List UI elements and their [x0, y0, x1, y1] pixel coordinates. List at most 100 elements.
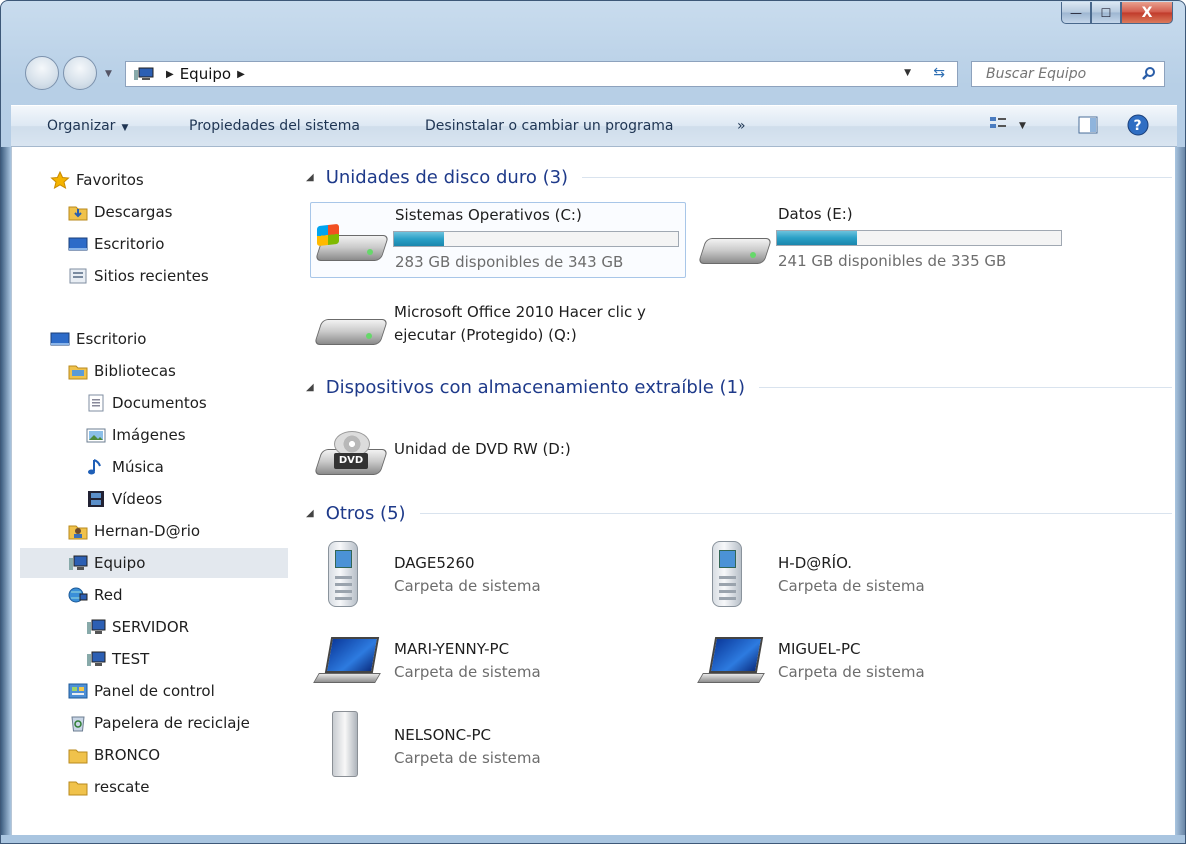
- mobile-phone-icon: [712, 541, 742, 607]
- search-box[interactable]: [971, 61, 1165, 87]
- sidebar-item-test[interactable]: TEST: [86, 644, 149, 674]
- user-folder-icon: [68, 522, 88, 540]
- sidebar-item-documents[interactable]: Documentos: [86, 388, 207, 418]
- sidebar-item-pictures[interactable]: Imágenes: [86, 420, 186, 450]
- address-history-dropdown[interactable]: ▼: [904, 68, 911, 78]
- navigation-pane[interactable]: Favoritos Descargas Escritorio Sitios re…: [12, 147, 288, 837]
- window-frame-bottom[interactable]: [1, 835, 1185, 843]
- back-button[interactable]: [25, 56, 59, 90]
- maximize-button[interactable]: ☐: [1091, 2, 1121, 24]
- videos-icon: [86, 490, 106, 508]
- svg-text:?: ?: [1134, 118, 1142, 134]
- sidebar-item-music[interactable]: Música: [86, 452, 164, 482]
- usage-bar: [393, 231, 679, 247]
- device-tile-nelsonc-pc[interactable]: NELSONC-PC Carpeta de sistema: [310, 709, 686, 785]
- group-title: Unidades de disco duro (3): [325, 167, 569, 188]
- sidebar-item-label: Papelera de reciclaje: [94, 714, 250, 732]
- device-name: H-D@RÍO.: [778, 554, 853, 572]
- more-commands-button[interactable]: »: [737, 118, 746, 134]
- computer-icon: [134, 67, 154, 81]
- sidebar-item-network[interactable]: Red: [68, 580, 123, 610]
- system-properties-button[interactable]: Propiedades del sistema: [189, 118, 360, 134]
- change-view-icon[interactable]: ▼: [987, 114, 1031, 140]
- sidebar-item-recycle-bin[interactable]: Papelera de reciclaje: [68, 708, 250, 738]
- sidebar-item-computer[interactable]: Equipo: [20, 548, 288, 578]
- sidebar-item-label: rescate: [94, 778, 150, 796]
- windows-logo-icon: [317, 223, 339, 247]
- group-header-hard-drives[interactable]: ◢ Unidades de disco duro (3): [306, 167, 1172, 188]
- sidebar-item-label: Red: [94, 586, 123, 604]
- recent-pages-dropdown[interactable]: ▼: [105, 69, 112, 79]
- caption-buttons: — ☐ X: [1061, 2, 1173, 24]
- svg-text:▼: ▼: [1019, 121, 1026, 131]
- sidebar-item-downloads[interactable]: Descargas: [68, 197, 172, 227]
- close-button[interactable]: X: [1121, 2, 1173, 24]
- sidebar-item-label: Escritorio: [76, 330, 147, 348]
- window-frame-right[interactable]: [1175, 147, 1185, 843]
- sidebar-item-user-folder[interactable]: Hernan-D@rio: [68, 516, 200, 546]
- device-tile-mari-yenny-pc[interactable]: MARI-YENNY-PC Carpeta de sistema: [310, 625, 686, 699]
- control-panel-icon: [68, 682, 88, 700]
- window-frame-left[interactable]: [1, 147, 11, 843]
- group-divider: [582, 177, 1172, 178]
- sidebar-item-label: Vídeos: [112, 490, 163, 508]
- sidebar-item-desktop[interactable]: Escritorio: [68, 229, 164, 259]
- help-icon[interactable]: ?: [1127, 114, 1149, 140]
- desktop-icon: [68, 235, 88, 253]
- drive-name-line1: Microsoft Office 2010 Hacer clic y: [394, 303, 646, 321]
- hard-drive-icon: [314, 221, 390, 267]
- drive-tile-e[interactable]: Datos (E:) 241 GB disponibles de 335 GB: [694, 202, 1070, 278]
- sidebar-item-control-panel[interactable]: Panel de control: [68, 676, 215, 706]
- drive-name-line2: ejecutar (Protegido) (Q:): [394, 326, 577, 344]
- uninstall-program-button[interactable]: Desinstalar o cambiar un programa: [425, 118, 674, 134]
- device-tile-miguel-pc[interactable]: MIGUEL-PC Carpeta de sistema: [694, 625, 1070, 699]
- sidebar-item-rescate[interactable]: rescate: [68, 772, 149, 802]
- collapse-triangle-icon[interactable]: ◢: [306, 508, 314, 519]
- device-type: Carpeta de sistema: [778, 663, 925, 681]
- forward-button[interactable]: [63, 56, 97, 90]
- laptop-icon: [696, 635, 766, 691]
- sidebar-item-videos[interactable]: Vídeos: [86, 484, 162, 514]
- sidebar-item-bronco[interactable]: BRONCO: [68, 740, 160, 770]
- drive-name: Datos (E:): [778, 205, 853, 223]
- drive-tile-d[interactable]: DVD Unidad de DVD RW (D:): [310, 415, 686, 485]
- sidebar-item-server[interactable]: SERVIDOR: [86, 612, 189, 642]
- command-bar: Organizar ▼ Propiedades del sistema Desin…: [11, 105, 1177, 147]
- minimize-icon: —: [1070, 5, 1082, 20]
- sidebar-item-recent-places[interactable]: Sitios recientes: [68, 261, 209, 291]
- breadcrumb-arrow-icon[interactable]: ▶: [237, 69, 245, 80]
- refresh-icon[interactable]: ⇆: [933, 65, 945, 81]
- device-tile-dage5260[interactable]: DAGE5260 Carpeta de sistema: [310, 539, 686, 613]
- drive-tile-q[interactable]: Microsoft Office 2010 Hacer clic y ejecu…: [310, 299, 686, 355]
- group-header-removable[interactable]: ◢ Dispositivos con almacenamiento extraí…: [306, 377, 1172, 398]
- search-icon[interactable]: [1142, 66, 1156, 80]
- sidebar-item-libraries[interactable]: Bibliotecas: [68, 356, 176, 386]
- breadcrumb-equipo[interactable]: Equipo: [180, 65, 231, 83]
- sidebar-item-desktop-root[interactable]: Escritorio: [50, 324, 146, 354]
- device-name: NELSONC-PC: [394, 726, 492, 744]
- desktop-icon: [50, 330, 70, 348]
- breadcrumb-arrow-icon[interactable]: ▶: [166, 69, 174, 80]
- laptop-icon: [312, 635, 382, 691]
- minimize-button[interactable]: —: [1061, 2, 1091, 24]
- usage-bar-fill: [394, 232, 444, 246]
- device-name: MIGUEL-PC: [778, 640, 861, 658]
- drive-tile-c[interactable]: Sistemas Operativos (C:) 283 GB disponib…: [310, 202, 686, 278]
- pictures-icon: [86, 426, 106, 444]
- sidebar-item-label: TEST: [112, 650, 150, 668]
- chevron-down-icon: ▼: [121, 123, 129, 133]
- content-area: Favoritos Descargas Escritorio Sitios re…: [11, 147, 1177, 837]
- sidebar-item-favorites[interactable]: Favoritos: [50, 165, 144, 195]
- maximize-icon: ☐: [1100, 5, 1112, 20]
- device-tile-h-drio[interactable]: H-D@RÍO. Carpeta de sistema: [694, 539, 1070, 613]
- collapse-triangle-icon[interactable]: ◢: [306, 382, 314, 393]
- sidebar-item-label: Música: [112, 458, 164, 476]
- group-header-others[interactable]: ◢ Otros (5): [306, 503, 1172, 524]
- preview-pane-icon[interactable]: [1077, 114, 1099, 140]
- search-input[interactable]: [986, 66, 1126, 82]
- title-bar[interactable]: — ☐ X: [1, 1, 1185, 49]
- address-bar[interactable]: ▶ Equipo ▶ ▼ ⇆: [125, 61, 958, 87]
- drive-free-space: 241 GB disponibles de 335 GB: [778, 252, 1007, 270]
- organize-menu[interactable]: Organizar ▼: [47, 118, 128, 134]
- collapse-triangle-icon[interactable]: ◢: [306, 172, 314, 183]
